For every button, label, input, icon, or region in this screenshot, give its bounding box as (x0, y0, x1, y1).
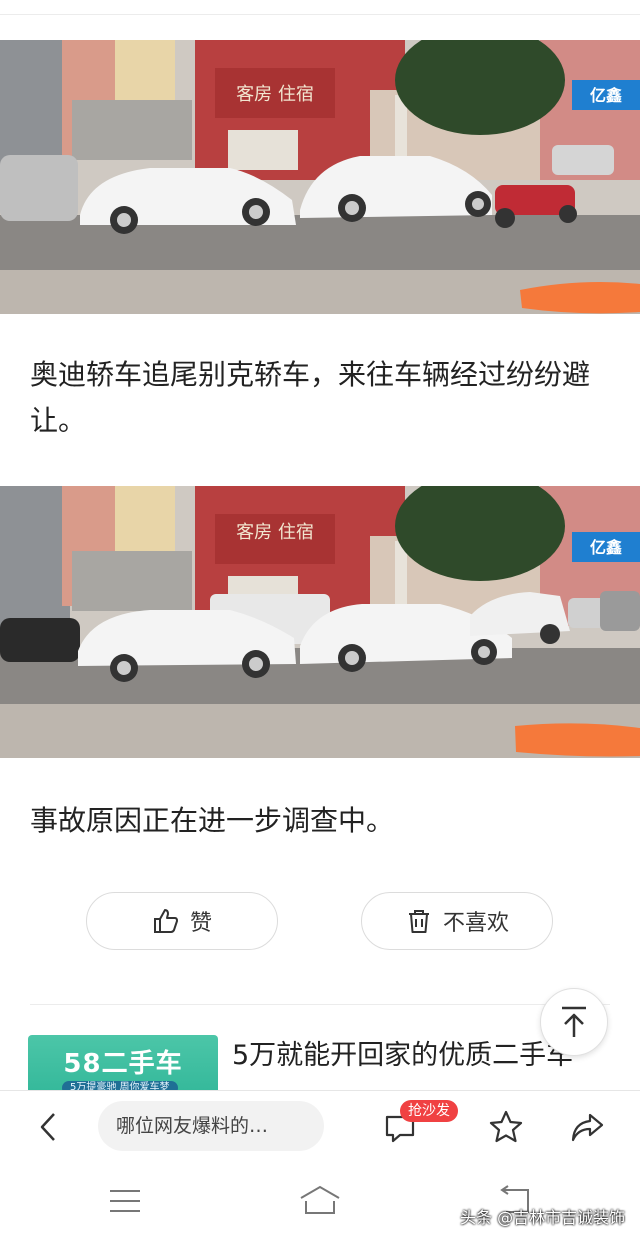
bottom-action-bar: 哪位网友爆料的… 抢沙发 (0, 1090, 640, 1160)
article-page: 客房 住宿 亿鑫 奥迪轿车追尾别克轿车，来往车辆经过纷纷避让。 客房 住宿 亿鑫… (0, 0, 640, 1238)
article-paragraph-2: 事故原因正在进一步调查中。 (30, 804, 395, 837)
scroll-to-top-button[interactable] (540, 988, 608, 1056)
recommended-title: 5万就能开回家的优质二手车 (232, 1040, 574, 1071)
shop-sign-text: 亿鑫 (590, 538, 622, 557)
recommended-thumbnail: 58二手车 5万提豪驰 周你爱车梦 (28, 1035, 218, 1090)
thumbnail-tag: 5万提豪驰 周你爱车梦 (62, 1081, 178, 1090)
share-icon[interactable] (568, 1109, 606, 1145)
thumbs-up-icon (153, 909, 178, 933)
building-sign-text: 客房 住宿 (236, 522, 314, 543)
arrow-up-icon (562, 1006, 586, 1037)
thumbnail-brand: 58二手车 (63, 1049, 183, 1079)
back-arrow-icon[interactable] (30, 1109, 70, 1145)
building-sign-text: 客房 住宿 (236, 84, 314, 105)
sofa-badge[interactable]: 抢沙发 (400, 1100, 458, 1122)
star-icon[interactable] (488, 1109, 524, 1145)
menu-icon[interactable] (108, 1188, 142, 1214)
article-paragraph-1: 奥迪轿车追尾别克轿车，来往车辆经过纷纷避让。 (30, 358, 591, 437)
watermark: 头条 @吉林市吉诚装饰 (460, 1208, 626, 1227)
article-photo-1[interactable]: 客房 住宿 亿鑫 (0, 40, 640, 314)
like-button[interactable]: 赞 (86, 892, 278, 950)
top-divider (0, 14, 640, 15)
shop-sign-text: 亿鑫 (590, 86, 622, 105)
dislike-label: 不喜欢 (442, 911, 509, 936)
article-photo-2[interactable]: 客房 住宿 亿鑫 (0, 486, 640, 758)
like-label: 赞 (189, 911, 212, 936)
dislike-button[interactable]: 不喜欢 (361, 892, 553, 950)
trash-icon (408, 910, 429, 933)
home-icon[interactable] (298, 1184, 342, 1216)
section-divider (30, 1004, 610, 1005)
comment-input[interactable]: 哪位网友爆料的… (98, 1101, 324, 1151)
system-nav-bar: 头条 @吉林市吉诚装饰 (0, 1160, 640, 1238)
